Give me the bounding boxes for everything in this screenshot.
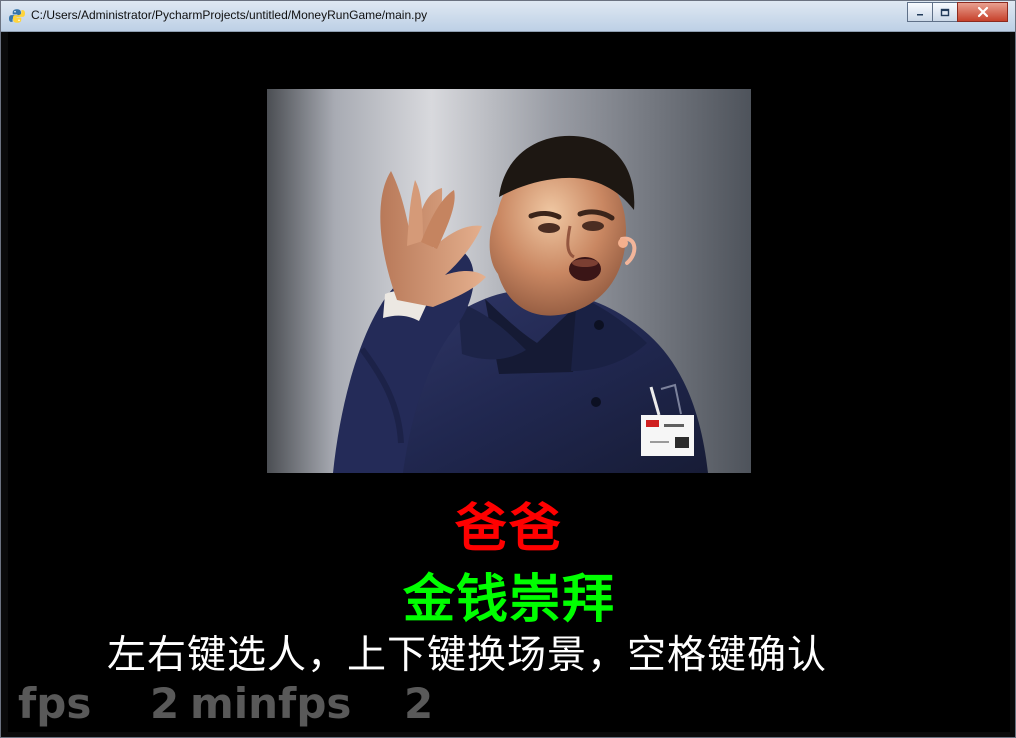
minfps-label: minfps [190,679,352,728]
controls-instructions: 左右键选人，上下键换场景，空格键确认 [107,633,828,678]
maximize-button[interactable] [932,2,957,22]
window-controls [907,2,1008,22]
close-button[interactable] [957,2,1008,22]
fps-label: fps [18,679,92,728]
scene-title: 金钱崇拜 [402,570,615,630]
minfps-value: 2 [404,679,434,728]
close-icon [977,6,988,18]
minimize-icon [917,14,923,16]
window-resize-grip[interactable] [1007,729,1015,737]
window-titlebar[interactable]: C:/Users/Administrator/PycharmProjects/u… [1,1,1015,32]
character-name: 爸爸 [454,499,563,559]
game-canvas[interactable]: 爸爸 金钱崇拜 左右键选人，上下键换场景，空格键确认 fps 2 minfps … [8,32,1010,732]
minimize-button[interactable] [907,2,932,22]
character-portrait [267,89,751,473]
game-window: C:/Users/Administrator/PycharmProjects/u… [0,0,1016,738]
character-image [333,135,708,473]
fps-value: 2 [150,679,180,728]
python-app-icon [9,8,25,24]
maximize-icon [940,8,950,16]
window-title: C:/Users/Administrator/PycharmProjects/u… [31,8,428,22]
